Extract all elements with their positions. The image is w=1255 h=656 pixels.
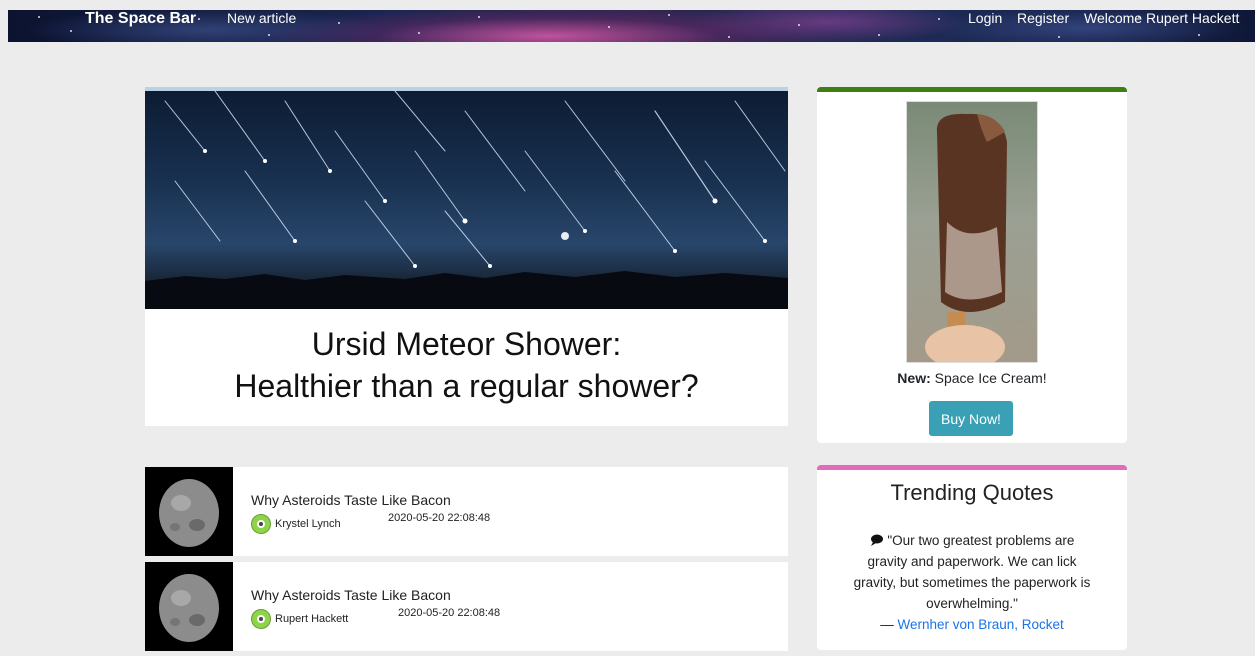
- article-title[interactable]: Why Asteroids Taste Like Bacon: [251, 492, 451, 508]
- trending-quotes-card: Trending Quotes "Our two greatest proble…: [817, 465, 1127, 650]
- asteroid-thumbnail: [145, 467, 233, 556]
- ice-cream-ad-card: New: Space Ice Cream! Buy Now!: [817, 87, 1127, 443]
- comment-icon: [870, 533, 888, 548]
- article-list-item[interactable]: Why Asteroids Taste Like Bacon Rupert Ha…: [145, 562, 788, 651]
- author-avatar-icon: [251, 514, 271, 534]
- article-author: Rupert Hackett: [275, 613, 349, 625]
- featured-title-line-2: Healthier than a regular shower?: [234, 368, 699, 404]
- ad-caption: New: Space Ice Cream!: [817, 370, 1127, 386]
- quote-text: "Our two greatest problems are gravity a…: [853, 533, 1091, 611]
- navbar: The Space Bar New article Login Register…: [8, 10, 1255, 42]
- meteor-streaks-graphic: [145, 91, 788, 309]
- register-link[interactable]: Register: [1017, 10, 1069, 27]
- featured-article-title[interactable]: Ursid Meteor Shower: Healthier than a re…: [145, 323, 788, 407]
- trending-quotes-heading: Trending Quotes: [890, 480, 1054, 505]
- new-article-link[interactable]: New article: [227, 10, 296, 27]
- quote-source-link[interactable]: Wernher von Braun, Rocket: [897, 617, 1063, 632]
- ad-caption-text: Space Ice Cream!: [934, 370, 1047, 386]
- asteroid-thumbnail: [145, 562, 233, 651]
- buy-now-button[interactable]: Buy Now!: [929, 401, 1013, 436]
- quote-block: "Our two greatest problems are gravity a…: [851, 530, 1093, 635]
- welcome-user-link[interactable]: Welcome Rupert Hackett: [1084, 10, 1239, 27]
- article-list-item[interactable]: Why Asteroids Taste Like Bacon Krystel L…: [145, 467, 788, 556]
- quote-dash: —: [880, 617, 894, 632]
- brand-link[interactable]: The Space Bar: [85, 10, 196, 27]
- article-date: 2020-05-20 22:08:48: [398, 607, 501, 619]
- featured-article-card[interactable]: Ursid Meteor Shower: Healthier than a re…: [145, 87, 788, 426]
- ad-caption-new: New:: [897, 370, 931, 386]
- ice-cream-image: [906, 101, 1038, 363]
- article-date: 2020-05-20 22:08:48: [388, 512, 491, 524]
- featured-title-line-1: Ursid Meteor Shower:: [311, 326, 622, 362]
- article-title[interactable]: Why Asteroids Taste Like Bacon: [251, 587, 451, 603]
- article-author: Krystel Lynch: [275, 518, 341, 530]
- meteor-shower-image: [145, 91, 788, 309]
- author-avatar-icon: [251, 609, 271, 629]
- login-link[interactable]: Login: [968, 10, 1002, 27]
